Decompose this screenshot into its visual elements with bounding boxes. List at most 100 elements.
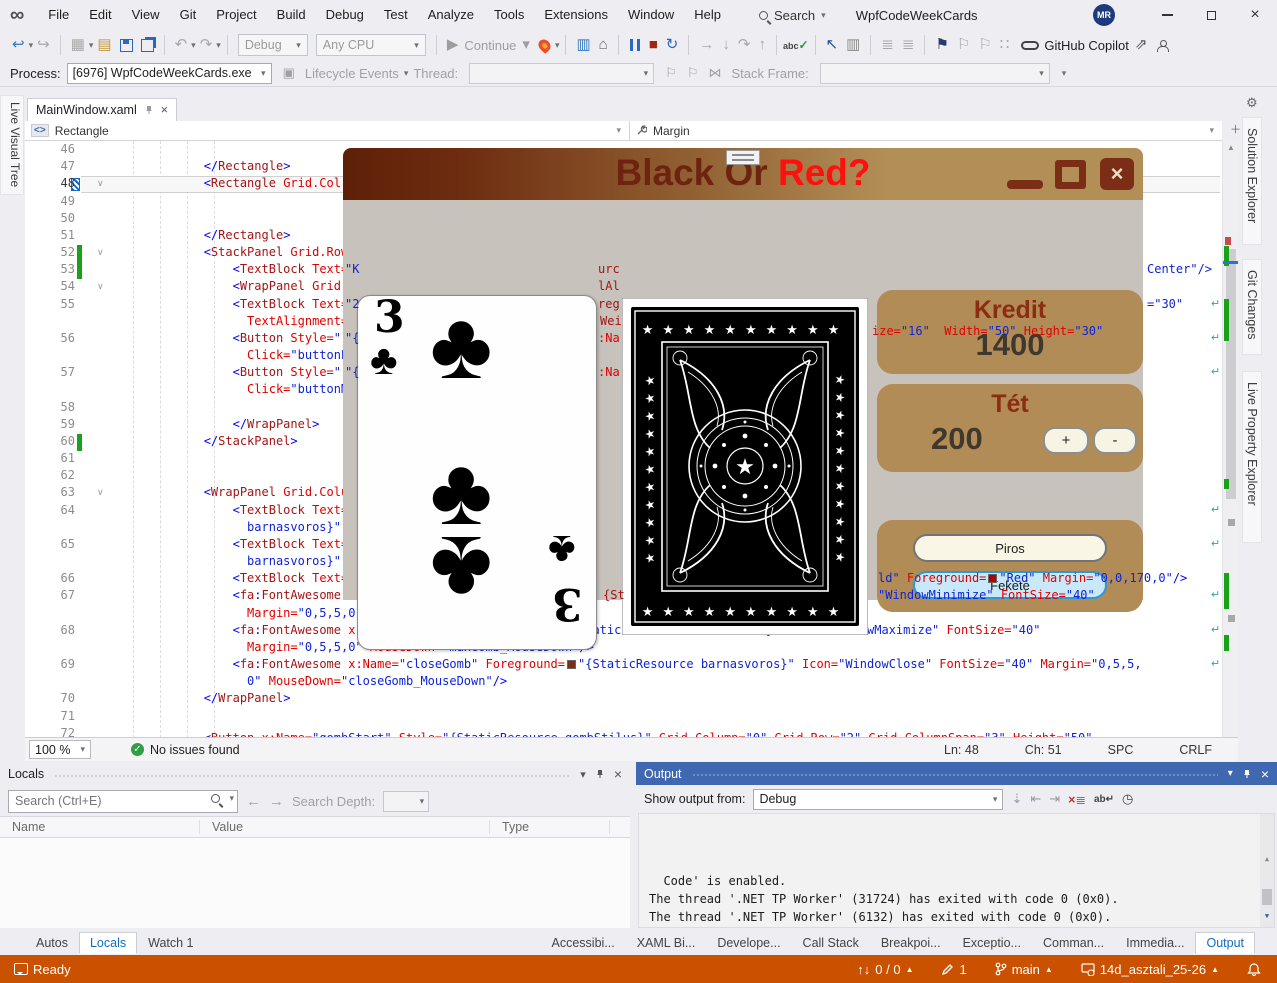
- chevron-down-icon[interactable]: ▾: [616, 125, 621, 136]
- step-over-icon[interactable]: ↷: [738, 31, 751, 59]
- menu-git[interactable]: Git: [170, 0, 207, 30]
- chevron-down-icon[interactable]: ▾: [555, 40, 560, 51]
- panel-tab-immedia-[interactable]: Immedia...: [1115, 932, 1195, 954]
- github-copilot-icon[interactable]: [1021, 41, 1039, 50]
- code-line-wrap[interactable]: 0" MouseDown="closeGomb_MouseDown"/>: [25, 674, 1222, 691]
- undo-icon[interactable]: ↶: [175, 31, 188, 59]
- open-folder-icon[interactable]: ▤: [97, 31, 111, 59]
- navigate-back-icon[interactable]: ↩: [12, 31, 25, 59]
- word-wrap-icon[interactable]: ab↵: [1094, 794, 1114, 805]
- save-icon[interactable]: [120, 39, 133, 52]
- close-button[interactable]: ×: [1233, 0, 1277, 30]
- live-preview-icon[interactable]: ▥: [846, 31, 860, 59]
- feedback-status[interactable]: Ready: [14, 962, 71, 977]
- repo-status[interactable]: 14d_asztali_25-26▲: [1081, 962, 1219, 977]
- bet-minus-button[interactable]: -: [1093, 427, 1137, 454]
- redo-icon[interactable]: ↷: [200, 31, 213, 59]
- spell-check-icon[interactable]: abc✓: [783, 38, 809, 52]
- menu-build[interactable]: Build: [267, 0, 316, 30]
- breadcrumb-property[interactable]: Margin ▾: [630, 121, 1222, 140]
- outline-collapse-icon[interactable]: ∨: [97, 487, 104, 498]
- panel-tab-autos[interactable]: Autos: [25, 932, 79, 954]
- bookmark-icon[interactable]: ⚑: [935, 31, 948, 59]
- app-close-button[interactable]: ×: [1100, 158, 1134, 190]
- next-bookmark-icon[interactable]: ⚐: [978, 31, 991, 59]
- lifecycle-events[interactable]: Lifecycle Events: [305, 66, 399, 81]
- panel-tab-xaml-bi-[interactable]: XAML Bi...: [626, 932, 707, 954]
- goto-message-icon[interactable]: ⇣: [1011, 791, 1022, 807]
- prev-message-icon[interactable]: ⇤: [1030, 791, 1041, 807]
- select-element-icon[interactable]: ↖: [826, 31, 839, 59]
- pause-icon[interactable]: [630, 39, 640, 51]
- show-next-statement-icon[interactable]: →: [699, 31, 714, 59]
- scrollbar-thumb[interactable]: [1226, 249, 1236, 499]
- locals-search-input[interactable]: [8, 790, 238, 813]
- scroll-up-icon[interactable]: ▲: [1227, 143, 1235, 152]
- format-lines-icon[interactable]: ≣: [881, 31, 894, 59]
- output-log[interactable]: Code' is enabled.The thread '.NET TP Wor…: [638, 813, 1275, 928]
- code-line-71[interactable]: 71: [25, 709, 1222, 726]
- platform-combo[interactable]: Any CPU▾: [316, 34, 426, 56]
- avatar[interactable]: MR: [1093, 4, 1115, 26]
- debug-config-combo[interactable]: Debug▾: [238, 34, 308, 56]
- issues-status[interactable]: No issues found: [150, 743, 240, 757]
- menu-extensions[interactable]: Extensions: [534, 0, 618, 30]
- source-combo[interactable]: Debug▾: [753, 789, 1003, 810]
- chevron-down-icon[interactable]: ▾: [191, 40, 196, 51]
- chevron-down-icon[interactable]: ▾: [229, 793, 234, 804]
- process-combo[interactable]: [6976] WpfCodeWeekCards.exe▾: [67, 63, 272, 84]
- app-title-bar[interactable]: Black Or Red? ×: [343, 148, 1143, 200]
- github-copilot-button[interactable]: GitHub Copilot: [1044, 38, 1129, 53]
- split-handle-icon[interactable]: ＋: [1230, 121, 1241, 137]
- window-layout-icon[interactable]: ⌂: [599, 31, 608, 59]
- menu-tools[interactable]: Tools: [484, 0, 534, 30]
- continue-dropdown[interactable]: ▾: [522, 31, 530, 59]
- more-options-icon[interactable]: ∷: [1000, 31, 1010, 59]
- stop-icon[interactable]: ■: [649, 31, 658, 59]
- format-lines2-icon[interactable]: ≣: [902, 31, 915, 59]
- column-header-type[interactable]: Type: [490, 820, 610, 834]
- share-icon[interactable]: ⇗: [1135, 31, 1148, 59]
- code-line-70[interactable]: 70 </WrapPanel>: [25, 691, 1222, 708]
- menu-help[interactable]: Help: [684, 0, 731, 30]
- close-icon[interactable]: ×: [1261, 766, 1269, 782]
- panel-tab-accessibi-[interactable]: Accessibi...: [541, 932, 626, 954]
- scrollbar-thumb[interactable]: [1262, 889, 1272, 905]
- editor-scrollbar[interactable]: ▲: [1222, 141, 1238, 738]
- app-maximize-button[interactable]: [1055, 160, 1086, 189]
- zoom-combo[interactable]: 100 %▾: [29, 740, 91, 759]
- output-scrollbar[interactable]: ▲ ▼: [1260, 814, 1274, 927]
- playing-card-3-of-clubs[interactable]: 3 ♣ ♣ ♣ ♣ ♣ 3: [357, 295, 597, 650]
- minimize-button[interactable]: [1145, 0, 1189, 30]
- menu-project[interactable]: Project: [206, 0, 266, 30]
- continue-button[interactable]: Continue: [464, 38, 516, 53]
- sidebar-tab-live-property-explorer[interactable]: Live Property Explorer: [1242, 371, 1262, 543]
- hot-reload-icon[interactable]: [536, 37, 553, 54]
- overflow-icon[interactable]: ▾: [1062, 68, 1067, 79]
- pin-icon[interactable]: [596, 769, 604, 779]
- search-box[interactable]: Search ▾: [759, 8, 826, 23]
- pin-icon[interactable]: [145, 105, 153, 115]
- continue-icon[interactable]: ▶: [447, 31, 459, 59]
- chevron-down-icon[interactable]: ▾: [216, 40, 221, 51]
- panel-tab-exceptio-[interactable]: Exceptio...: [952, 932, 1032, 954]
- output-header[interactable]: Output ▾ ×: [636, 762, 1277, 785]
- menu-window[interactable]: Window: [618, 0, 684, 30]
- clear-all-icon[interactable]: ×≣: [1068, 792, 1086, 807]
- next-message-icon[interactable]: ⇥: [1049, 791, 1060, 807]
- back-arrow-icon[interactable]: ←: [246, 793, 261, 810]
- new-window-icon[interactable]: ▦: [71, 31, 85, 59]
- app-minimize-button[interactable]: [1007, 180, 1043, 189]
- locals-header[interactable]: Locals ▾ ×: [0, 762, 630, 786]
- code-line-69[interactable]: 69 <fa:FontAwesome x:Name="closeGomb" Fo…: [25, 657, 1222, 674]
- restore-button[interactable]: [1189, 0, 1233, 30]
- sidebar-tab-live-visual-tree[interactable]: Live Visual Tree: [0, 95, 24, 195]
- branch-status[interactable]: main▲: [995, 962, 1053, 977]
- prev-bookmark-icon[interactable]: ⚐: [957, 31, 970, 59]
- panel-tab-develope-[interactable]: Develope...: [706, 932, 791, 954]
- column-header-name[interactable]: Name: [0, 820, 200, 834]
- close-tab-icon[interactable]: ×: [161, 103, 168, 117]
- bet-plus-button[interactable]: +: [1043, 427, 1089, 454]
- panel-tab-comman-[interactable]: Comman...: [1032, 932, 1115, 954]
- panel-tab-watch-1[interactable]: Watch 1: [137, 932, 204, 954]
